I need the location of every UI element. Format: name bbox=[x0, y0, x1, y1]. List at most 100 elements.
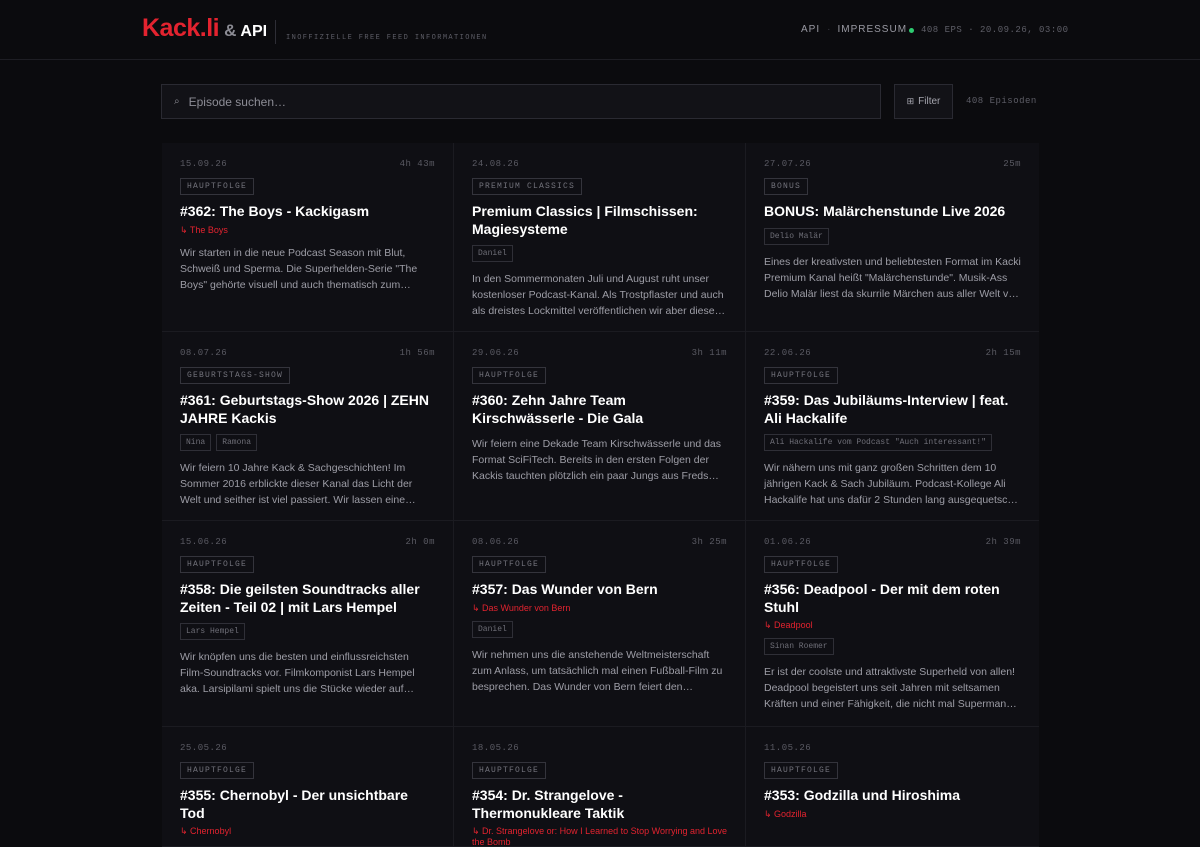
film-title: Deadpool bbox=[774, 620, 813, 630]
episode-title[interactable]: #353: Godzilla und Hiroshima bbox=[764, 787, 1021, 805]
episode-tag: HAUPTFOLGE bbox=[764, 367, 839, 384]
search-bar[interactable]: ⌕ bbox=[161, 84, 881, 119]
episode-title[interactable]: #362: The Boys - Kackigasm bbox=[180, 203, 435, 221]
episode-grid: 15.09.26 4h 43m HAUPTFOLGE #362: The Boys -… bbox=[162, 143, 1039, 847]
episode-card[interactable]: 29.06.26 3h 11m HAUPTFOLGE #360: Zehn Jahre… bbox=[454, 332, 746, 521]
episode-film-link[interactable]: ↳ Chernobyl bbox=[180, 826, 435, 837]
episode-duration: 2h 39m bbox=[985, 537, 1021, 547]
episode-duration: 2h 0m bbox=[405, 537, 435, 547]
film-arrow-icon: ↳ bbox=[180, 826, 191, 836]
episode-title[interactable]: #354: Dr. Strangelove - Thermonukleare T… bbox=[472, 787, 727, 822]
film-arrow-icon: ↳ bbox=[764, 620, 775, 630]
episode-meta: 08.06.26 3h 25m bbox=[472, 537, 727, 547]
episode-meta: 01.06.26 2h 39m bbox=[764, 537, 1021, 547]
episode-title[interactable]: #361: Geburtstags-Show 2026 | ZEHN JAHRE… bbox=[180, 392, 435, 427]
film-title: Godzilla bbox=[774, 808, 807, 819]
episode-film-link[interactable]: ↳ Godzilla bbox=[764, 809, 1021, 820]
episode-meta: 22.06.26 2h 15m bbox=[764, 348, 1021, 358]
episode-film-link[interactable]: ↳ Dr. Strangelove or: How I Learned to S… bbox=[472, 826, 727, 846]
episode-meta: 15.06.26 2h 0m bbox=[180, 537, 435, 547]
episode-date: 15.06.26 bbox=[180, 537, 228, 547]
episode-tag: HAUPTFOLGE bbox=[472, 762, 547, 779]
episode-card[interactable]: 18.05.26 HAUPTFOLGE #354: Dr. Strangelove … bbox=[454, 727, 746, 847]
episode-card[interactable]: 15.06.26 2h 0m HAUPTFOLGE #358: Die geilste… bbox=[162, 521, 454, 727]
episode-tag: HAUPTFOLGE bbox=[472, 367, 547, 384]
episode-tag: PREMIUM CLASSICS bbox=[472, 178, 583, 195]
episode-card[interactable]: 24.08.26 PREMIUM CLASSICS Premium Classics… bbox=[454, 143, 746, 332]
filter-icon: ⊞ bbox=[906, 96, 915, 106]
episode-meta: 24.08.26 bbox=[472, 159, 727, 169]
episode-date: 27.07.26 bbox=[764, 159, 812, 169]
guest-chip[interactable]: Ramona bbox=[216, 434, 258, 451]
episode-film-link[interactable]: ↳ Das Wunder von Bern bbox=[472, 603, 727, 614]
episode-card[interactable]: 27.07.26 25m BONUS BONUS: Malärchenstunde L… bbox=[746, 143, 1039, 332]
episode-card[interactable]: 08.07.26 1h 56m GEBURTSTAGS-SHOW #361: Gebu… bbox=[162, 332, 454, 521]
episode-card[interactable]: 22.06.26 2h 15m HAUPTFOLGE #359: Das Jubilä… bbox=[746, 332, 1039, 521]
filter-label: Filter bbox=[918, 96, 941, 107]
nav-link-impressum[interactable]: IMPRESSUM bbox=[837, 24, 907, 35]
episode-guests: Lars Hempel bbox=[180, 623, 435, 640]
guest-chip[interactable]: Nina bbox=[180, 434, 212, 451]
episode-description: Wir knöpfen uns die besten und einflussr… bbox=[180, 651, 415, 695]
episode-description: Wir starten in die neue Podcast Season m… bbox=[180, 246, 418, 291]
episode-meta: 25.05.26 bbox=[180, 743, 435, 753]
episode-duration: 3h 11m bbox=[691, 348, 727, 358]
episode-description: Er ist der coolste und attraktivste Supe… bbox=[764, 666, 1015, 710]
guest-chip[interactable]: Daniel bbox=[472, 620, 513, 638]
episode-date: 01.06.26 bbox=[764, 537, 812, 547]
episode-duration: 25m bbox=[1003, 159, 1021, 169]
episode-title[interactable]: #358: Die geilsten Soundtracks aller Zei… bbox=[180, 581, 435, 616]
episode-guests: Daniel bbox=[472, 245, 727, 262]
film-arrow-icon: ↳ bbox=[180, 224, 190, 235]
episode-date: 08.06.26 bbox=[472, 537, 520, 547]
nav-link-api[interactable]: API bbox=[801, 24, 820, 35]
guest-chip[interactable]: Ali Hackalife vom Podcast "Auch interess… bbox=[764, 434, 993, 451]
episode-title[interactable]: #357: Das Wunder von Bern bbox=[472, 581, 727, 599]
episode-title[interactable]: BONUS: Malärchenstunde Live 2026 bbox=[764, 203, 1021, 221]
film-arrow-icon: ↳ bbox=[472, 826, 483, 836]
film-title: The Boys bbox=[189, 224, 228, 235]
episode-meta: 29.06.26 3h 11m bbox=[472, 348, 727, 358]
episode-title[interactable]: #355: Chernobyl - Der unsichtbare Tod bbox=[180, 787, 435, 822]
film-arrow-icon: ↳ bbox=[472, 602, 483, 613]
guest-chip[interactable]: Sinan Roemer bbox=[764, 638, 834, 655]
filter-button[interactable]: ⊞ Filter bbox=[894, 84, 953, 119]
episode-film-link[interactable]: ↳ The Boys bbox=[180, 225, 435, 236]
episode-film-link[interactable]: ↳ Deadpool bbox=[764, 620, 1021, 631]
episode-count: 408 Episoden bbox=[966, 96, 1037, 106]
episode-meta: 11.05.26 bbox=[764, 743, 1021, 753]
episode-card[interactable]: 08.06.26 3h 25m HAUPTFOLGE #357: Das Wunder… bbox=[454, 521, 746, 727]
episode-duration: 2h 15m bbox=[985, 348, 1021, 358]
episode-date: 08.07.26 bbox=[180, 348, 228, 358]
episode-card[interactable]: 01.06.26 2h 39m HAUPTFOLGE #356: Deadpool -… bbox=[746, 521, 1039, 727]
search-icon: ⌕ bbox=[174, 96, 180, 107]
episode-card[interactable]: 11.05.26 HAUPTFOLGE #353: Godzilla und Hir… bbox=[746, 727, 1039, 847]
site-tagline: INOFFIZIELLE FREE FEED INFORMATIONEN bbox=[286, 34, 488, 42]
episode-date: 25.05.26 bbox=[180, 743, 228, 753]
search-input[interactable] bbox=[188, 94, 849, 109]
episode-guests: Sinan Roemer bbox=[764, 638, 1021, 655]
episode-meta: 15.09.26 4h 43m bbox=[180, 159, 435, 169]
episode-title[interactable]: #356: Deadpool - Der mit dem roten Stuhl bbox=[764, 581, 1021, 616]
episode-date: 29.06.26 bbox=[472, 348, 520, 358]
episode-card[interactable]: 15.09.26 4h 43m HAUPTFOLGE #362: The Boys -… bbox=[162, 143, 454, 332]
episode-meta: 18.05.26 bbox=[472, 743, 727, 753]
feed-status: 408 EPS · 20.09.26, 03:00 bbox=[909, 25, 1069, 35]
guest-chip[interactable]: Lars Hempel bbox=[180, 623, 245, 640]
episode-tag: GEBURTSTAGS-SHOW bbox=[180, 367, 291, 384]
guest-chip[interactable]: Daniel bbox=[472, 245, 513, 262]
episode-title[interactable]: #360: Zehn Jahre Team Kirschwässerle - D… bbox=[472, 392, 727, 427]
episode-description: Wir feiern eine Dekade Team Kirschwässer… bbox=[472, 438, 722, 482]
guest-chip[interactable]: Delio Malär bbox=[764, 227, 829, 245]
site-logo[interactable]: Kack.li & API bbox=[142, 14, 267, 43]
logo-wordmark: Kack.li bbox=[142, 14, 220, 42]
episode-tag: HAUPTFOLGE bbox=[180, 762, 255, 779]
film-arrow-icon: ↳ bbox=[764, 808, 775, 819]
episode-date: 22.06.26 bbox=[764, 348, 812, 358]
episode-card[interactable]: 25.05.26 HAUPTFOLGE #355: Chernobyl - Der … bbox=[162, 727, 454, 847]
episode-title[interactable]: #359: Das Jubiläums-Interview | feat. Al… bbox=[764, 392, 1021, 427]
episode-meta: 08.07.26 1h 56m bbox=[180, 348, 435, 358]
episode-description: Wir feiern 10 Jahre Kack & Sachgeschicht… bbox=[180, 462, 413, 506]
episode-title[interactable]: Premium Classics | Filmschissen: Magiesy… bbox=[472, 203, 727, 238]
logo-divider bbox=[275, 20, 276, 44]
